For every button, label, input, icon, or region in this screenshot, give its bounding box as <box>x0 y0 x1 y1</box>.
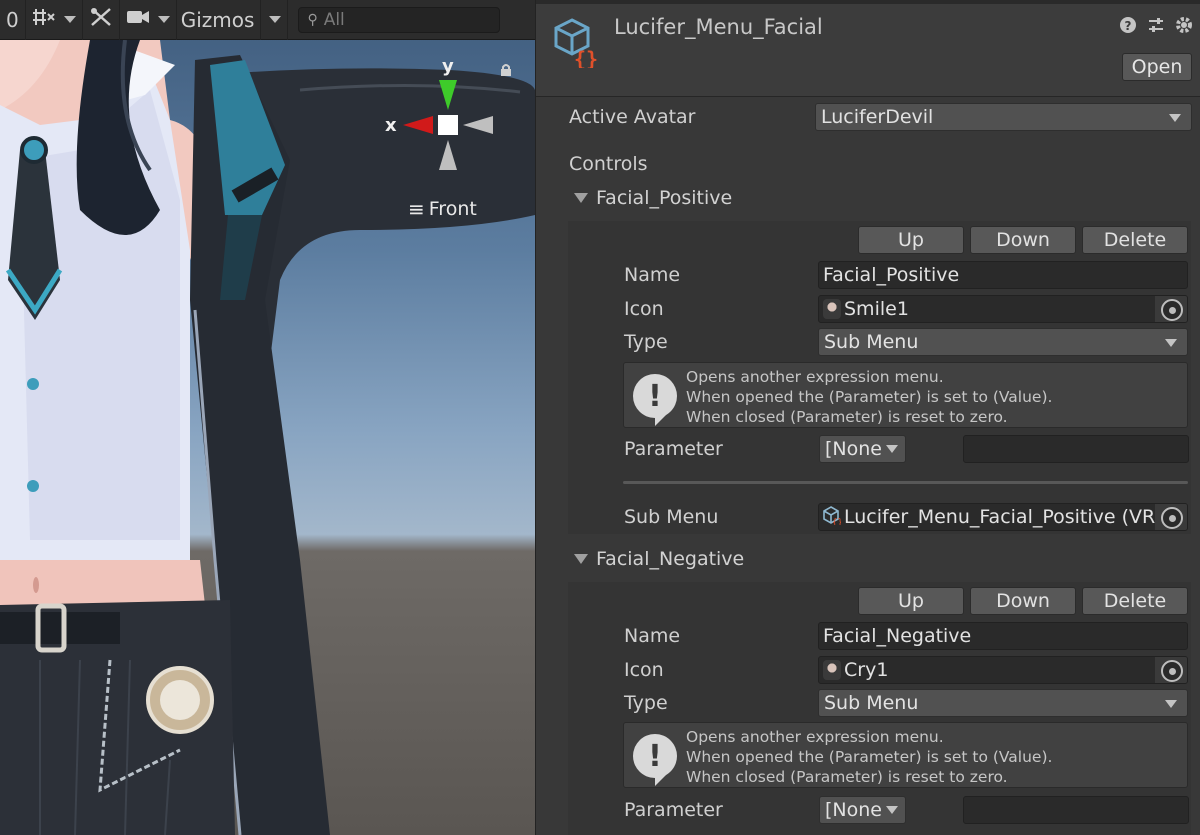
gizmo-y-label: y <box>442 56 454 77</box>
help-text: Opens another expression menu. When open… <box>686 367 1052 427</box>
header-icons: ? <box>1119 16 1193 39</box>
icon-thumbnail <box>823 299 841 319</box>
help-line: When closed (Parameter) is reset to zero… <box>686 768 1008 786</box>
help-line: Opens another expression menu. <box>686 368 944 386</box>
icon-thumbnail <box>823 660 841 680</box>
name-field[interactable]: Facial_Positive <box>818 261 1188 289</box>
submenu-field[interactable]: {} Lucifer_Menu_Facial_Positive (VR <box>818 503 1188 531</box>
help-line: When opened the (Parameter) is set to (V… <box>686 388 1053 406</box>
svg-text:{}: {} <box>574 47 598 68</box>
active-avatar-dropdown[interactable]: LuciferDevil <box>815 103 1192 131</box>
type-dropdown[interactable]: Sub Menu <box>818 689 1188 717</box>
help-icon[interactable]: ? <box>1119 16 1137 39</box>
gizmos-button[interactable]: Gizmos <box>177 0 262 40</box>
parameter-label: Parameter <box>624 799 723 821</box>
delete-button[interactable]: Delete <box>1082 226 1188 254</box>
gizmos-dropdown[interactable] <box>261 0 289 40</box>
svg-text:?: ? <box>1125 19 1132 33</box>
warning-icon: ! <box>633 374 677 426</box>
icon-label: Icon <box>624 659 664 681</box>
grid-snap-icon <box>32 6 56 33</box>
down-button[interactable]: Down <box>970 587 1076 615</box>
gizmo-x-axis[interactable] <box>403 116 433 134</box>
shading-counter[interactable]: 0 <box>0 0 26 40</box>
chevron-down-icon <box>1165 339 1177 347</box>
icon-label: Icon <box>624 298 664 320</box>
gizmo-neg-y-axis[interactable] <box>439 140 457 170</box>
gizmo-neg-x-axis[interactable] <box>463 116 493 134</box>
type-label: Type <box>624 331 668 353</box>
foldout-facial-positive[interactable]: Facial_Positive <box>574 187 732 209</box>
parameter-label: Parameter <box>624 438 723 460</box>
help-line: When opened the (Parameter) is set to (V… <box>686 748 1053 766</box>
view-label[interactable]: ≡ Front <box>408 197 477 221</box>
controls-label: Controls <box>569 153 648 175</box>
inspector-header: {} Lucifer_Menu_Facial ? Open <box>536 0 1200 97</box>
parameter-value-field[interactable] <box>963 796 1189 824</box>
gear-icon[interactable] <box>1175 16 1193 39</box>
gizmo-y-axis[interactable] <box>439 80 457 110</box>
camera-icon <box>126 7 150 32</box>
name-label: Name <box>624 625 681 647</box>
scene-toolbar: 0 Gizmos ⚲ All <box>0 0 535 40</box>
help-line: Opens another expression menu. <box>686 728 944 746</box>
help-box: ! Opens another expression menu. When op… <box>623 722 1188 788</box>
chevron-down-icon <box>885 806 898 814</box>
chevron-down-icon <box>269 16 282 23</box>
object-picker-icon[interactable] <box>1161 507 1183 529</box>
orientation-gizmo[interactable]: y x <box>385 55 500 185</box>
open-button[interactable]: Open <box>1122 53 1192 81</box>
camera-button[interactable] <box>120 0 177 40</box>
help-box: ! Opens another expression menu. When op… <box>623 362 1188 428</box>
search-icon: ⚲ <box>307 11 318 28</box>
tools-icon <box>89 6 113 33</box>
delete-button[interactable]: Delete <box>1082 587 1188 615</box>
parameter-value-field[interactable] <box>963 435 1189 463</box>
preset-icon[interactable] <box>1147 16 1165 39</box>
up-button[interactable]: Up <box>858 587 964 615</box>
lock-icon[interactable] <box>499 62 513 81</box>
scriptable-object-icon: {} <box>552 16 604 72</box>
parameter-dropdown[interactable]: [None <box>819 435 906 463</box>
gizmo-center[interactable] <box>438 115 458 135</box>
icon-field[interactable]: Cry1 <box>818 656 1188 684</box>
chevron-down-icon <box>1165 700 1177 708</box>
foldout-arrow-icon <box>574 193 588 203</box>
warning-icon: ! <box>633 734 677 786</box>
svg-text:{}: {} <box>832 518 841 525</box>
down-button[interactable]: Down <box>970 226 1076 254</box>
gizmo-x-label: x <box>385 115 397 136</box>
tools-button[interactable] <box>83 0 120 40</box>
scene-search-input[interactable]: ⚲ All <box>298 6 501 33</box>
parameter-dropdown[interactable]: [None <box>819 796 906 824</box>
object-picker-icon[interactable] <box>1161 299 1183 321</box>
chevron-down-icon <box>157 16 170 23</box>
inspector-panel: {} Lucifer_Menu_Facial ? Open Active Ava… <box>535 0 1200 835</box>
active-avatar-label: Active Avatar <box>569 106 696 128</box>
name-field[interactable]: Facial_Negative <box>818 622 1188 650</box>
type-label: Type <box>624 692 668 714</box>
foldout-facial-negative[interactable]: Facial_Negative <box>574 548 744 570</box>
chevron-down-icon <box>885 445 898 453</box>
menu-icon: ≡ <box>408 197 425 221</box>
icon-field[interactable]: Smile1 <box>818 295 1188 323</box>
help-text: Opens another expression menu. When open… <box>686 727 1052 787</box>
object-picker-icon[interactable] <box>1161 660 1183 682</box>
submenu-label: Sub Menu <box>624 506 719 528</box>
chevron-down-icon <box>63 16 76 23</box>
asset-title: Lucifer_Menu_Facial <box>614 15 823 39</box>
chevron-down-icon <box>1169 114 1181 122</box>
divider <box>623 481 1188 484</box>
tab-strip <box>536 0 1200 4</box>
grid-snap-button[interactable] <box>26 0 83 40</box>
foldout-arrow-icon <box>574 554 588 564</box>
scriptable-object-icon: {} <box>823 505 843 530</box>
scene-view[interactable]: 0 Gizmos ⚲ All y x ≡ Front <box>0 0 535 835</box>
up-button[interactable]: Up <box>858 226 964 254</box>
help-line: When closed (Parameter) is reset to zero… <box>686 408 1008 426</box>
name-label: Name <box>624 264 681 286</box>
type-dropdown[interactable]: Sub Menu <box>818 328 1188 356</box>
